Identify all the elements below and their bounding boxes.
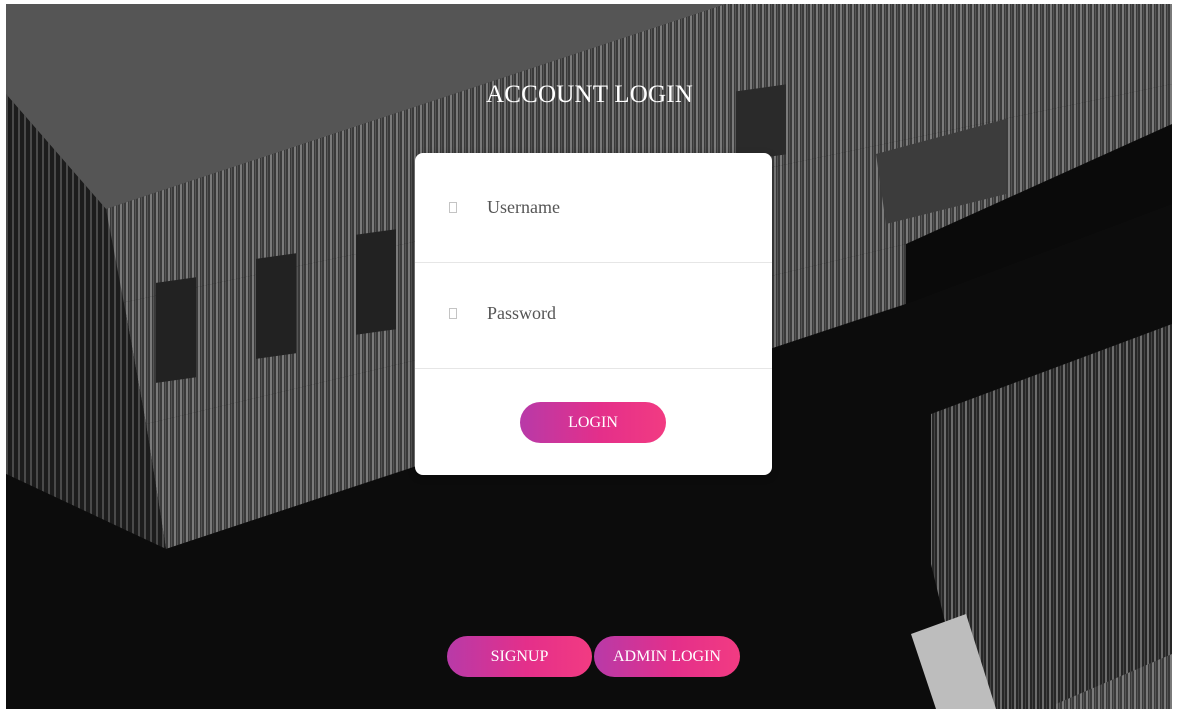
signup-button[interactable]: SIGNUP (447, 636, 592, 677)
login-card: LOGIN (415, 153, 772, 475)
username-input[interactable] (487, 191, 747, 223)
password-field-row (415, 263, 772, 369)
username-field-row (415, 157, 772, 263)
login-button[interactable]: LOGIN (520, 402, 666, 443)
page-title: ACCOUNT LOGIN (486, 81, 693, 108)
lock-icon (449, 308, 457, 319)
password-input[interactable] (487, 297, 747, 329)
admin-login-button[interactable]: ADMIN LOGIN (594, 636, 740, 677)
user-icon (449, 202, 457, 213)
